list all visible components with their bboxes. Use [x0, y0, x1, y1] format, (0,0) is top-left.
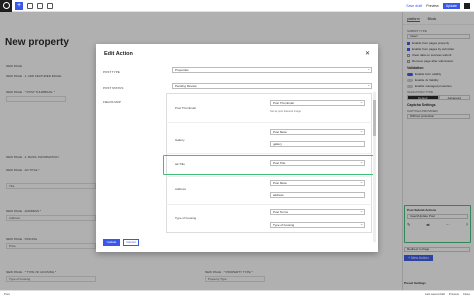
- field-name: Address: [175, 187, 187, 191]
- row-divider: [166, 122, 372, 123]
- field-hint: Set as post featured image: [270, 110, 301, 113]
- settings-icon[interactable]: [464, 2, 470, 9]
- taxonomy-select[interactable]: Type of housing: [270, 222, 365, 228]
- update-post-button[interactable]: Update: [442, 2, 460, 9]
- field-map-select[interactable]: Post Thumbnail: [270, 100, 365, 106]
- field-name: Type of housing: [175, 216, 197, 220]
- wordpress-logo-icon[interactable]: [0, 0, 12, 12]
- redo-icon[interactable]: [47, 2, 53, 9]
- modal-title: Edit Action: [104, 51, 133, 57]
- update-button[interactable]: Update: [103, 239, 120, 246]
- fields-map-label: FIELDS MAP: [103, 100, 121, 104]
- row-divider: [166, 176, 372, 177]
- preview-link[interactable]: Preview: [426, 4, 438, 8]
- field-name: Gallery: [175, 138, 185, 142]
- status-item[interactable]: Preview: [449, 292, 459, 296]
- post-type-label: POST TYPE: [103, 70, 120, 74]
- save-draft-link[interactable]: Save draft: [406, 4, 422, 8]
- undo-icon[interactable]: [37, 2, 43, 9]
- status-left: Post: [4, 291, 10, 296]
- edit-icon[interactable]: [27, 2, 33, 9]
- status-item: Last saved draft: [424, 291, 445, 296]
- status-bar: Post Last saved draft Preview Close: [0, 290, 474, 296]
- field-map-select[interactable]: Post Meta: [270, 180, 365, 186]
- row-divider: [166, 153, 372, 154]
- add-block-button[interactable]: +: [15, 1, 23, 10]
- post-status-select[interactable]: Pending Review: [172, 83, 372, 89]
- status-item[interactable]: Close: [463, 292, 470, 296]
- close-icon[interactable]: ✕: [365, 50, 370, 57]
- cancel-button[interactable]: Cancel: [123, 239, 139, 246]
- meta-key-input[interactable]: gallery: [270, 141, 365, 147]
- row-divider: [166, 204, 372, 205]
- post-status-label: POST STATUS: [103, 86, 124, 90]
- editor-toolbar: + Save draft Preview Update: [0, 0, 474, 12]
- field-name: Post Thumbnail: [175, 106, 196, 110]
- post-type-select[interactable]: Properties: [172, 67, 372, 73]
- field-map-select[interactable]: Post Terms: [270, 209, 365, 215]
- field-map-select[interactable]: Post Meta: [270, 129, 365, 135]
- highlight-box: [163, 155, 375, 175]
- scrollbar-thumb[interactable]: [373, 100, 376, 136]
- meta-key-input[interactable]: address: [270, 192, 365, 198]
- modal-scrollbar[interactable]: [373, 92, 376, 242]
